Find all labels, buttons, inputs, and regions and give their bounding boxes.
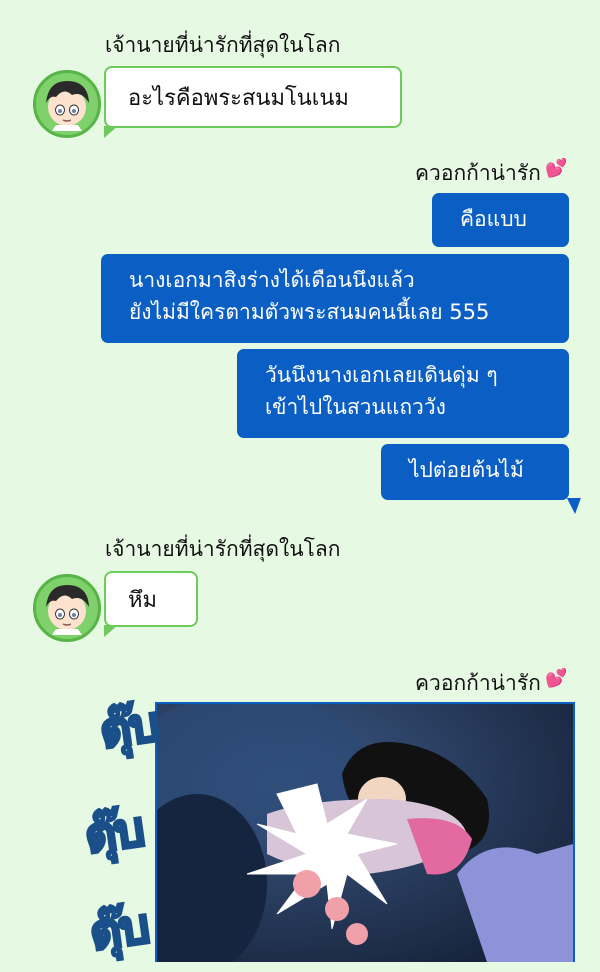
comic-image-message[interactable] bbox=[155, 702, 575, 962]
outgoing-message-bubble[interactable]: ไปต่อยต้นไม้ bbox=[381, 444, 581, 514]
boy-avatar-icon[interactable] bbox=[33, 70, 101, 138]
sender-name: เจ้านายที่น่ารักที่สุดในโลก bbox=[105, 537, 341, 561]
message-text: เข้าไปในสวนแถววัง bbox=[265, 395, 446, 419]
outgoing-message-bubble[interactable]: นางเอกมาสิงร่างได้เดือนนึงแล้ว ยังไม่มีใ… bbox=[101, 254, 569, 343]
outgoing-message-bubble[interactable]: คือแบบ bbox=[432, 193, 569, 247]
sound-effect-text: ตุ๊บ bbox=[85, 897, 153, 963]
incoming-message-bubble[interactable]: อะไรคือพระสนมโนเนม bbox=[104, 66, 402, 138]
bubble-tail bbox=[561, 498, 581, 514]
bubble-tail bbox=[104, 625, 118, 637]
two-hearts-icon: 💕 bbox=[545, 158, 568, 179]
sender-name: ควอกก้าน่ารัก bbox=[415, 161, 541, 185]
message-text: ไปต่อยต้นไม้ bbox=[409, 458, 524, 482]
message-text: นางเอกมาสิงร่างได้เดือนนึงแล้ว bbox=[129, 268, 415, 292]
sound-effect-text: ตุ๊บ bbox=[95, 695, 163, 761]
message-text: ยังไม่มีใครตามตัวพระสนมคนนี้เลย 555 bbox=[129, 300, 490, 324]
boy-avatar-icon[interactable] bbox=[33, 574, 101, 642]
comic-illustration bbox=[157, 704, 573, 962]
sound-effect-text: ตุ๊บ bbox=[80, 800, 148, 866]
sender-name: เจ้านายที่น่ารักที่สุดในโลก bbox=[105, 33, 341, 57]
message-text: คือแบบ bbox=[460, 207, 527, 231]
two-hearts-icon: 💕 bbox=[545, 668, 568, 689]
message-text: วันนึงนางเอกเลยเดินดุ่ม ๆ bbox=[265, 363, 498, 387]
message-text: อะไรคือพระสนมโนเนม bbox=[128, 85, 349, 111]
message-text: หึม bbox=[128, 587, 158, 613]
outgoing-message-bubble[interactable]: วันนึงนางเอกเลยเดินดุ่ม ๆ เข้าไปในสวนแถว… bbox=[237, 349, 569, 438]
bubble-tail bbox=[104, 126, 118, 138]
sender-name: ควอกก้าน่ารัก bbox=[415, 671, 541, 695]
incoming-message-bubble[interactable]: หึม bbox=[104, 571, 198, 637]
